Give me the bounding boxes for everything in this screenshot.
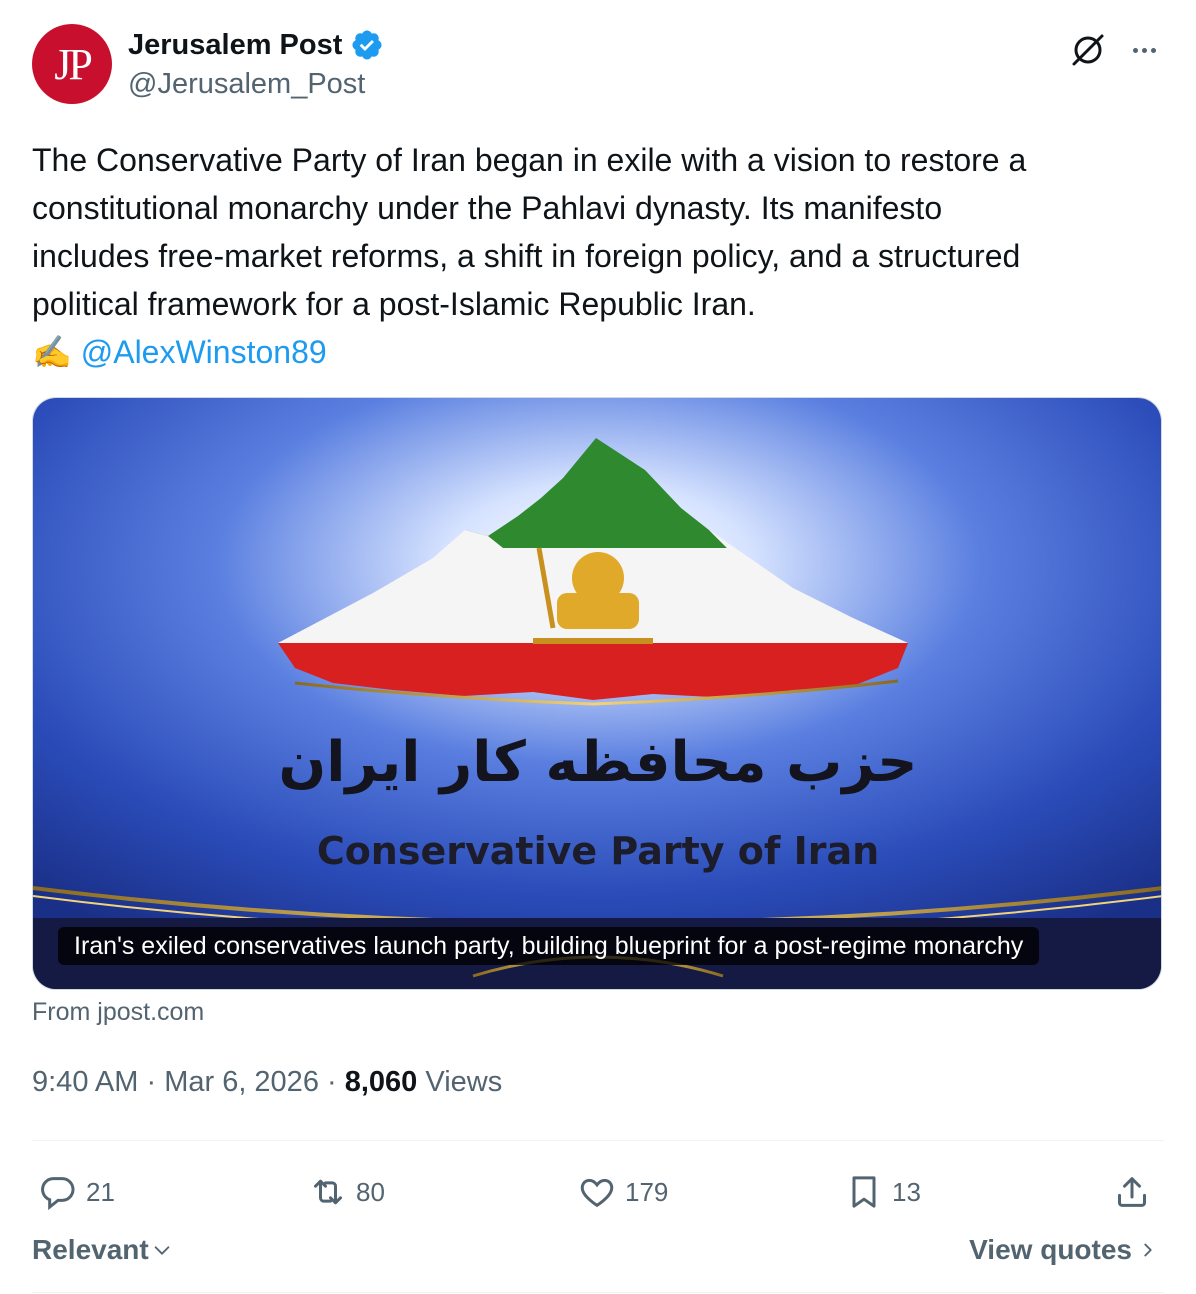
like-button[interactable]: 179	[577, 1168, 668, 1216]
author-credit-line: ✍️ @AlexWinston89	[32, 328, 1164, 376]
card-english-title: Conservative Party of Iran	[317, 829, 879, 873]
like-count: 179	[625, 1176, 669, 1207]
author-handle[interactable]: @Jerusalem_Post	[128, 68, 365, 101]
link-card[interactable]: حزب محافظه کار ایران Conservative Party …	[32, 397, 1162, 990]
sort-label: Relevant	[32, 1234, 149, 1265]
tweet-text-line: political framework for a post-Islamic R…	[32, 286, 756, 322]
divider	[32, 1292, 1164, 1293]
card-caption: Iran's exiled conservatives launch party…	[58, 927, 1040, 965]
tweet-text: The Conservative Party of Iran began in …	[32, 136, 1164, 376]
view-quotes-label: View quotes	[969, 1234, 1132, 1265]
reply-button[interactable]: 21	[38, 1168, 115, 1216]
replies-sort-bar: Relevant View quotes	[32, 1234, 1164, 1274]
sort-dropdown[interactable]: Relevant	[32, 1234, 173, 1266]
meta-separator: ·	[146, 1066, 165, 1098]
author-name-row: Jerusalem Post	[128, 28, 384, 62]
divider	[32, 1140, 1164, 1141]
tweet-meta: 9:40 AM · Mar 6, 2026 · 8,060 Views	[32, 1066, 502, 1099]
reply-icon	[41, 1177, 75, 1211]
tweet-text-line: The Conservative Party of Iran began in …	[32, 142, 1027, 178]
bookmark-count: 13	[892, 1176, 921, 1207]
heart-icon	[580, 1178, 614, 1208]
card-persian-title: حزب محافظه کار ایران	[278, 730, 917, 795]
bookmark-icon	[852, 1176, 876, 1208]
author-display-name[interactable]: Jerusalem Post	[128, 29, 342, 62]
author-avatar[interactable]: JP	[32, 24, 112, 104]
view-quotes-link[interactable]: View quotes	[969, 1234, 1156, 1266]
writing-hand-emoji: ✍️	[32, 334, 72, 370]
share-button[interactable]	[1112, 1168, 1152, 1216]
tweet-time[interactable]: 9:40 AM	[32, 1066, 138, 1098]
repost-button[interactable]: 80	[308, 1168, 385, 1216]
repost-icon	[314, 1179, 342, 1205]
tweet-text-line: includes free-market reforms, a shift in…	[32, 238, 1021, 274]
share-icon	[1118, 1177, 1146, 1207]
views-label: Views	[425, 1066, 503, 1098]
tweet-date[interactable]: Mar 6, 2026	[164, 1066, 319, 1098]
verified-badge-icon	[352, 30, 382, 60]
tweet-header: JP Jerusalem Post @Jerusalem_Post	[32, 24, 1164, 108]
chevron-right-icon	[1144, 1243, 1152, 1257]
card-image: حزب محافظه کار ایران Conservative Party …	[33, 398, 1161, 989]
card-source[interactable]: From jpost.com	[32, 998, 204, 1027]
reply-count: 21	[86, 1176, 115, 1207]
views-count: 8,060	[344, 1066, 418, 1098]
meta-separator: ·	[327, 1066, 345, 1098]
action-bar: 21 80 179 13	[32, 1168, 1164, 1216]
bookmark-button[interactable]: 13	[844, 1168, 921, 1216]
mention-link[interactable]: @AlexWinston89	[81, 334, 327, 370]
repost-count: 80	[356, 1176, 385, 1207]
more-options-icon[interactable]	[1124, 32, 1164, 68]
grok-icon[interactable]	[1068, 30, 1108, 70]
chevron-down-icon	[154, 1246, 170, 1255]
tweet-text-line: constitutional monarchy under the Pahlav…	[32, 190, 943, 226]
